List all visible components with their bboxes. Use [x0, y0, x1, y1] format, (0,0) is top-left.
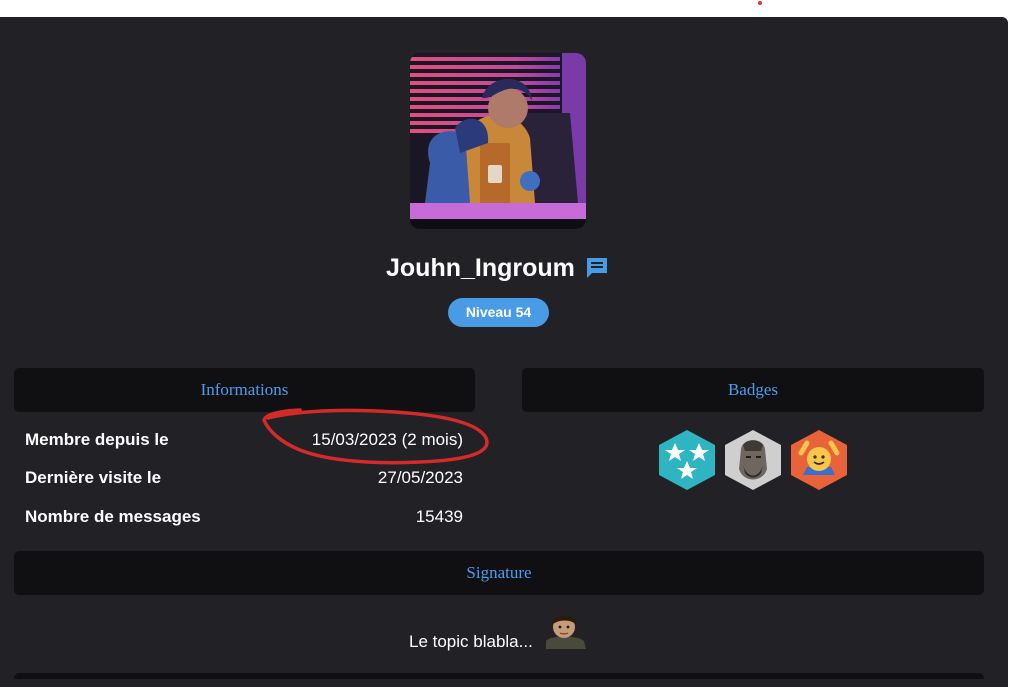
signature-sticker-icon — [540, 611, 588, 649]
info-label-member-since: Membre depuis le — [25, 429, 169, 451]
profile-avatar[interactable] — [410, 53, 586, 229]
username: Jouhn_Ingroum — [386, 252, 575, 284]
avatar-illustration — [410, 53, 586, 229]
cheering-emoji-badge-icon[interactable] — [789, 429, 849, 491]
info-value-last-visit: 27/05/2023 — [378, 467, 463, 489]
stars-badge-icon[interactable] — [657, 429, 717, 491]
message-icon[interactable] — [584, 255, 610, 281]
signature-text: Le topic blabla... — [409, 631, 533, 653]
info-value-member-since: 15/03/2023 (2 mois) — [312, 429, 463, 451]
face-badge-icon[interactable] — [723, 429, 783, 491]
info-value-message-count: 15439 — [416, 506, 463, 528]
red-dot — [758, 1, 762, 5]
next-section-strip — [14, 673, 984, 679]
level-badge: Niveau 54 — [448, 298, 549, 327]
browser-top-strip — [0, 0, 1024, 15]
info-label-message-count: Nombre de messages — [25, 506, 201, 528]
badges-heading: Badges — [522, 368, 984, 412]
info-label-last-visit: Dernière visite le — [25, 467, 161, 489]
signature-heading: Signature — [14, 551, 984, 595]
informations-heading: Informations — [14, 368, 475, 412]
